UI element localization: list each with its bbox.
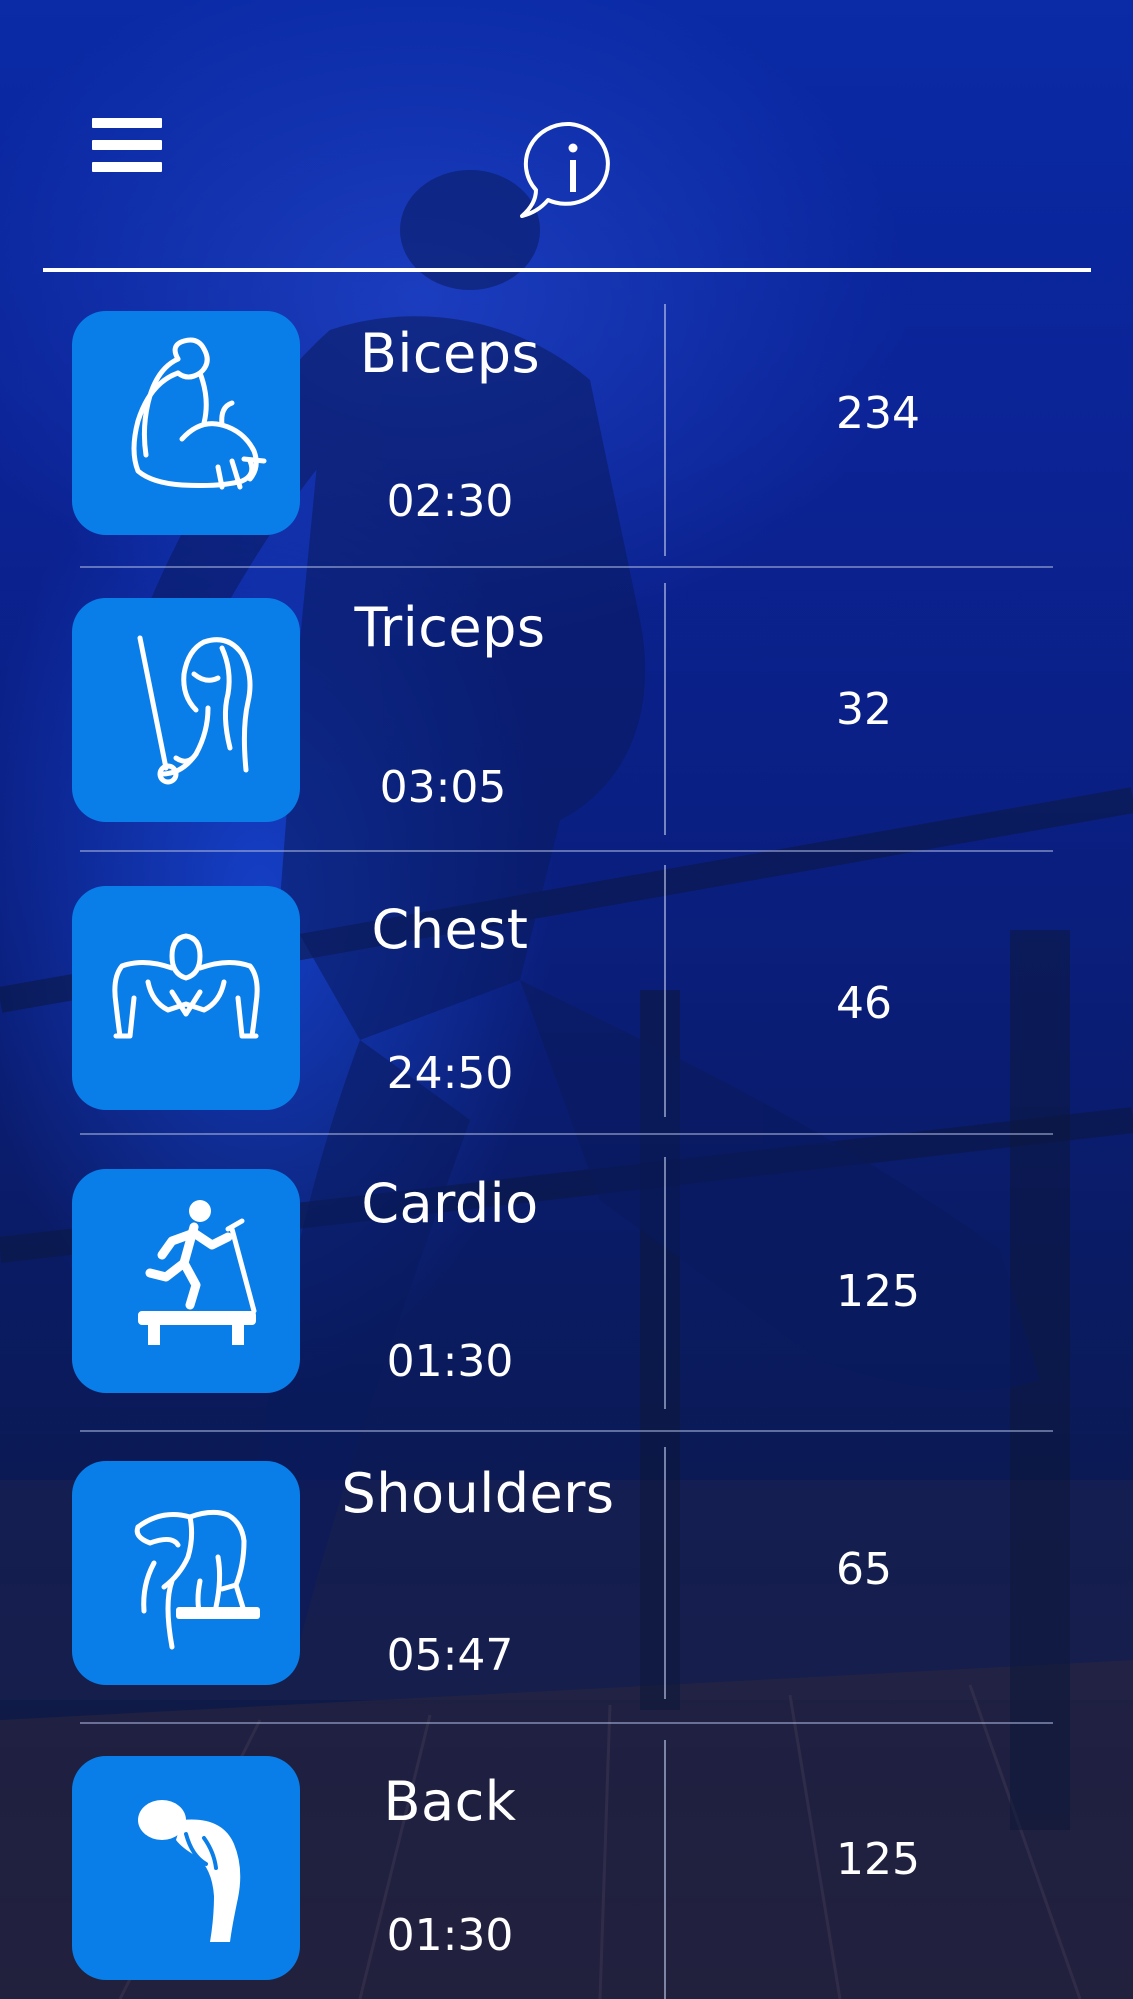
row-divider [80,1722,1053,1724]
column-divider [664,865,666,1117]
row-divider [80,1430,1053,1432]
shoulders-icon [134,1509,260,1650]
exercise-tile[interactable] [72,311,300,535]
row-divider [80,566,1053,568]
exercise-count: 32 [836,684,892,735]
biceps-icon [131,337,267,490]
exercise-time: 24:50 [386,1048,514,1099]
column-divider [664,1157,666,1409]
exercise-count: 234 [836,388,920,439]
column-divider [664,1740,666,1999]
column-divider [664,304,666,556]
exercise-time: 03:05 [379,762,507,813]
treadmill-icon [138,1200,257,1345]
info-button[interactable] [518,118,622,222]
menu-button[interactable] [88,112,164,178]
exercise-tile[interactable] [72,598,300,822]
exercise-count: 65 [836,1544,892,1595]
exercise-name: Triceps [354,596,546,659]
exercise-name: Shoulders [341,1462,615,1525]
exercise-time: 01:30 [386,1910,514,1961]
menu-bar [92,162,162,172]
exercise-count: 46 [836,978,892,1029]
column-divider [664,583,666,835]
column-divider [664,1447,666,1699]
exercise-time: 02:30 [386,476,514,527]
exercise-tile[interactable] [72,1756,300,1980]
triceps-cable-icon [137,635,253,785]
exercise-name: Biceps [359,322,541,385]
back-icon [138,1800,241,1942]
exercise-count: 125 [836,1266,920,1317]
menu-bar [92,140,162,150]
exercise-count: 125 [836,1834,920,1885]
exercise-time: 01:30 [386,1336,514,1387]
exercise-name: Chest [371,898,529,961]
exercise-name: Back [383,1770,517,1833]
chest-pushup-icon [112,933,260,1039]
exercise-tile[interactable] [72,886,300,1110]
exercise-name: Cardio [361,1172,539,1235]
row-divider [80,850,1053,852]
exercise-tile[interactable] [72,1169,300,1393]
row-divider [80,1133,1053,1135]
exercise-tile[interactable] [72,1461,300,1685]
info-icon [520,121,610,218]
menu-bar [92,118,162,128]
exercise-time: 05:47 [386,1630,514,1681]
header-divider [43,268,1091,272]
